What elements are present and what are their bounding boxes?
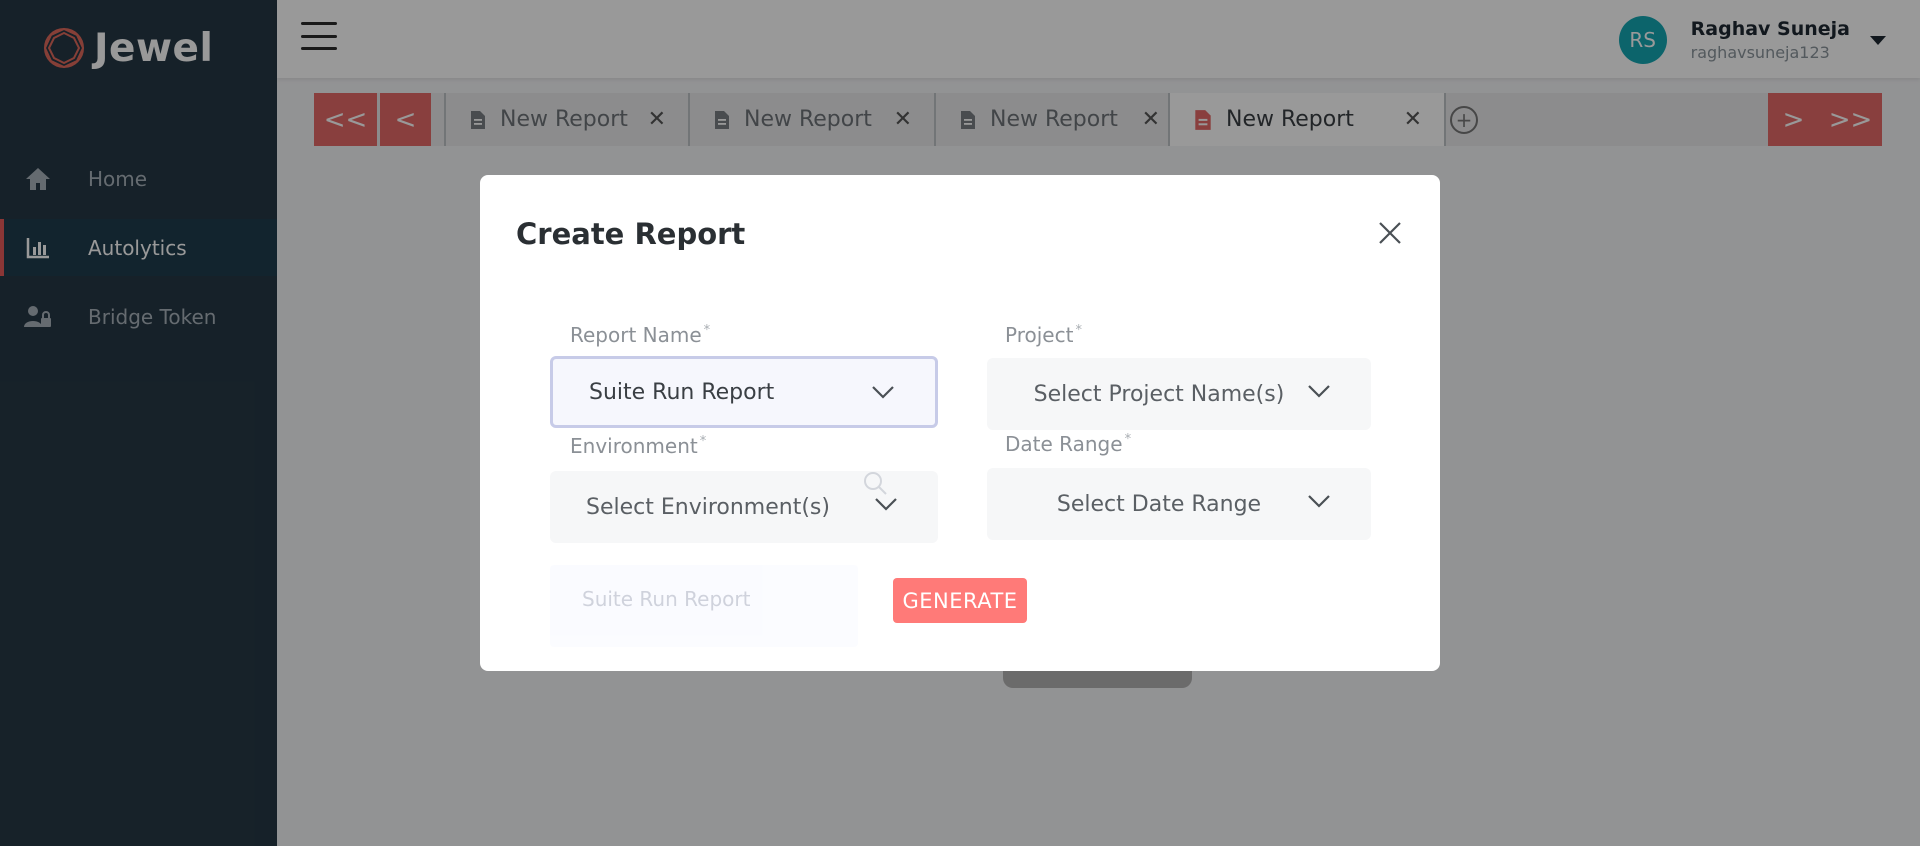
- modal-title: Create Report: [516, 217, 746, 251]
- report-name-select[interactable]: Suite Run Report: [550, 356, 938, 428]
- close-icon[interactable]: [1376, 219, 1404, 247]
- dropdown-option-suite-run-report[interactable]: Suite Run Report: [582, 587, 750, 611]
- chevron-down-icon: [872, 386, 894, 399]
- date-range-label: Date Range *: [1005, 432, 1132, 456]
- project-label: Project *: [1005, 323, 1082, 347]
- generate-button[interactable]: GENERATE: [893, 578, 1027, 623]
- chevron-down-icon: [875, 498, 897, 511]
- report-name-dropdown-menu: Suite Run Report: [550, 565, 858, 647]
- create-report-modal: Create Report Report Name * Suite Run Rep…: [480, 175, 1440, 671]
- report-name-label: Report Name *: [570, 323, 711, 347]
- chevron-down-icon: [1308, 385, 1330, 398]
- project-value: Select Project Name(s): [1033, 381, 1285, 407]
- report-name-value: Suite Run Report: [589, 379, 775, 405]
- search-icon: [864, 472, 887, 495]
- date-range-value: Select Date Range: [1056, 491, 1262, 517]
- date-range-select[interactable]: Select Date Range: [987, 468, 1371, 540]
- environment-label: Environment *: [570, 434, 707, 458]
- project-select[interactable]: Select Project Name(s): [987, 358, 1371, 430]
- environment-value: Select Environment(s): [586, 494, 830, 520]
- chevron-down-icon: [1308, 495, 1330, 508]
